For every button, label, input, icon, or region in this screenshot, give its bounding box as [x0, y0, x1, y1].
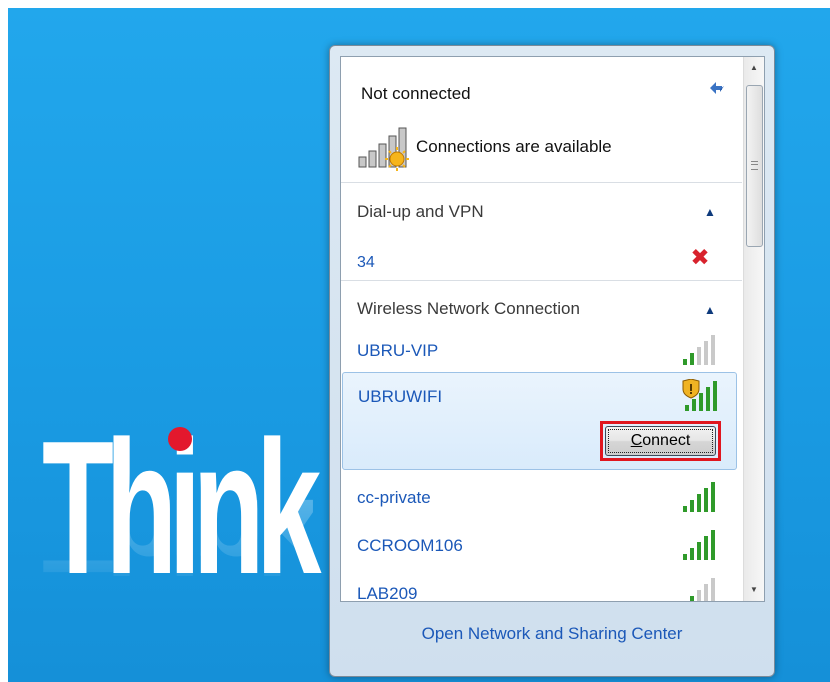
signal-bars-icon	[690, 578, 715, 601]
vpn-connection-item[interactable]: 34	[357, 254, 375, 272]
signal-bars-icon	[683, 335, 715, 365]
divider	[341, 280, 742, 281]
thumb-grip-icon	[751, 161, 758, 170]
vertical-scrollbar[interactable]: ▲ ▼	[743, 57, 764, 601]
wireless-connection-header[interactable]: Wireless Network Connection	[357, 299, 580, 319]
divider	[341, 182, 742, 183]
network-name: cc-private	[357, 488, 431, 507]
network-item-lab209[interactable]: LAB209	[341, 570, 742, 602]
red-x-icon: ✖	[690, 244, 710, 270]
network-item-ubruwifi[interactable]: UBRUWIFI Connect	[342, 372, 737, 470]
connection-status-title: Not connected	[361, 84, 471, 103]
connect-accelerator: C	[630, 432, 643, 449]
network-name: LAB209	[357, 584, 418, 602]
network-item-cc-private[interactable]: cc-private	[341, 474, 742, 522]
connect-label: onnect	[642, 432, 691, 449]
open-network-sharing-center-link[interactable]: Open Network and Sharing Center	[330, 624, 774, 644]
connections-available-label: Connections are available	[416, 137, 612, 156]
dialup-vpn-header[interactable]: Dial-up and VPN	[357, 202, 484, 222]
network-name: CCROOM106	[357, 536, 463, 555]
network-flyout: Not connected Connections are available …	[329, 45, 775, 677]
logo-red-dot	[168, 427, 192, 451]
network-item-ubru-vip[interactable]: UBRU-VIP	[341, 327, 742, 375]
scroll-down-arrow-icon[interactable]: ▼	[744, 581, 764, 599]
think-logo-reflection: Think	[42, 477, 313, 595]
signal-bars-icon	[683, 530, 715, 560]
scroll-up-arrow-icon[interactable]: ▲	[744, 59, 764, 77]
secured-signal-icon	[682, 379, 717, 411]
chevron-up-icon[interactable]: ▲	[703, 205, 717, 219]
signal-bars-icon	[683, 482, 715, 512]
network-list-panel: Not connected Connections are available …	[340, 56, 765, 602]
refresh-icon[interactable]	[706, 77, 728, 99]
network-item-ccroom106[interactable]: CCROOM106	[341, 522, 742, 570]
network-name: UBRU-VIP	[357, 341, 439, 360]
network-available-icon	[357, 125, 413, 171]
connect-button[interactable]: Connect	[605, 426, 716, 456]
network-name: UBRUWIFI	[358, 387, 443, 406]
scrollbar-thumb[interactable]	[746, 85, 763, 247]
chevron-up-icon[interactable]: ▲	[703, 303, 717, 317]
